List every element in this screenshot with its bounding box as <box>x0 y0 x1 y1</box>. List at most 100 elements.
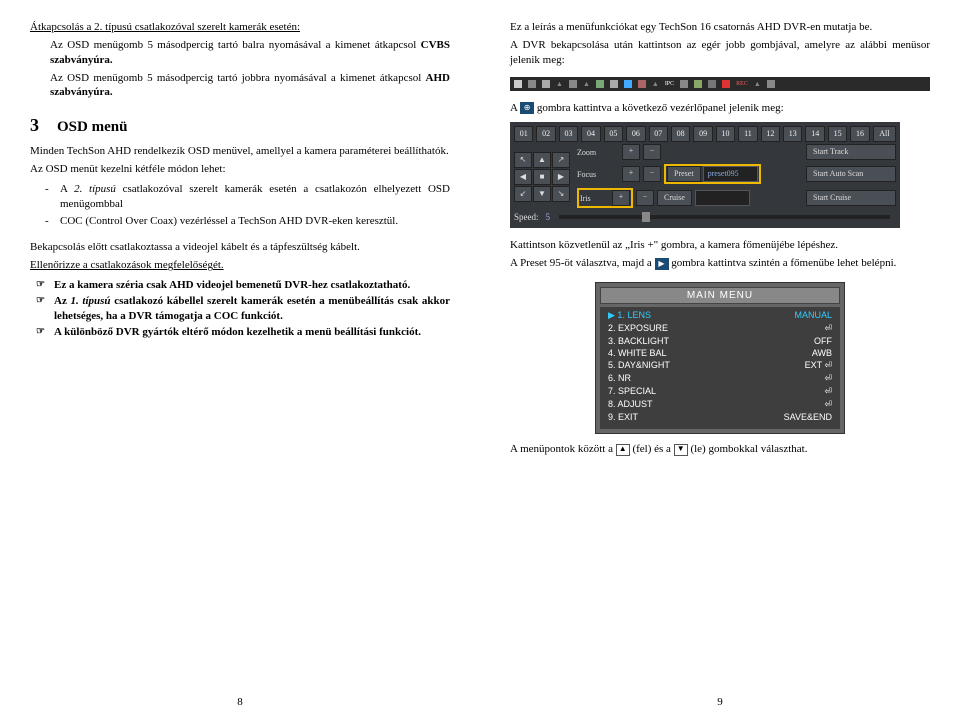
iris-label: Iris <box>580 194 610 203</box>
p-ptz-open: A ⊕ gombra kattintva a következő vezérlő… <box>510 101 930 116</box>
dpad-ne[interactable]: ↗ <box>552 152 570 168</box>
toolbar-icon[interactable] <box>767 80 775 88</box>
focus-plus[interactable]: + <box>622 166 640 182</box>
ptz-panel: 01 02 03 04 05 06 07 08 09 10 11 12 13 1… <box>510 122 900 228</box>
ch-btn[interactable]: 03 <box>559 126 578 142</box>
p-connect: Bekapcsolás előtt csatlakoztassa a video… <box>30 240 450 255</box>
p-cvbs: Az OSD menügomb 5 másodpercig tartó balr… <box>30 38 450 68</box>
ipc-label[interactable]: IPC <box>665 81 674 87</box>
ch-btn[interactable]: 12 <box>761 126 780 142</box>
toolbar-icon[interactable] <box>610 80 618 88</box>
p-osd-intro: Minden TechSon AHD rendelkezik OSD menüv… <box>30 144 450 159</box>
toolbar-icon[interactable] <box>596 80 604 88</box>
menu-item[interactable]: 7. SPECIAL⏎ <box>608 385 832 398</box>
page-number: 9 <box>510 688 930 708</box>
p-desc: Ez a leírás a menüfunkciókat egy TechSon… <box>510 20 930 35</box>
down-icon <box>674 444 688 456</box>
dpad-n[interactable]: ▲ <box>533 152 551 168</box>
speed-label: Speed: <box>514 212 539 222</box>
note-item: A különböző DVR gyártók eltérő módon kez… <box>54 325 450 339</box>
ch-btn[interactable]: 11 <box>738 126 757 142</box>
start-track-btn[interactable]: Start Track <box>806 144 896 160</box>
ch-btn[interactable]: 16 <box>850 126 869 142</box>
ptz-icon[interactable] <box>624 80 632 88</box>
ch-btn[interactable]: 02 <box>536 126 555 142</box>
cruise-input[interactable] <box>695 190 750 206</box>
ch-btn[interactable]: 13 <box>783 126 802 142</box>
notes-list: Ez a kamera széria csak AHD videojel bem… <box>30 278 450 341</box>
ch-btn[interactable]: 10 <box>716 126 735 142</box>
dpad-e[interactable]: ▶ <box>552 169 570 185</box>
note-item: Az 1. típusú csatlakozó kábellel szerelt… <box>54 294 450 323</box>
ch-btn[interactable]: 09 <box>693 126 712 142</box>
ch-btn[interactable]: 07 <box>649 126 668 142</box>
dpad-nw[interactable]: ↖ <box>514 152 532 168</box>
ch-all-btn[interactable]: All <box>873 126 896 142</box>
main-menu: MAIN MENU ▶ 1. LENS MANUAL 2. EXPOSURE⏎ … <box>595 282 845 434</box>
focus-minus[interactable]: − <box>643 166 661 182</box>
menu-item[interactable]: 6. NR⏎ <box>608 372 832 385</box>
osd-list-item: A 2. típusú csatlakozóval szerelt kamerá… <box>60 182 450 212</box>
ch-btn[interactable]: 06 <box>626 126 645 142</box>
cruise-btn[interactable]: Cruise <box>657 190 692 206</box>
dpad-sw[interactable]: ↙ <box>514 186 532 202</box>
menu-item[interactable]: 9. EXITSAVE&END <box>608 411 832 423</box>
ptz-inline-icon: ⊕ <box>520 102 534 114</box>
iris-plus[interactable]: + <box>612 190 630 206</box>
osd-list: A 2. típusú csatlakozóval szerelt kamerá… <box>30 182 450 231</box>
dpad-w[interactable]: ◀ <box>514 169 532 185</box>
menu-item[interactable]: 2. EXPOSURE⏎ <box>608 322 832 335</box>
p-ahd: Az OSD menügomb 5 másodpercig tartó jobb… <box>30 71 450 101</box>
toolbar-icon[interactable] <box>514 80 522 88</box>
zoom-minus[interactable]: − <box>643 144 661 160</box>
p-nav: A menüpontok között a (fel) és a (le) go… <box>510 442 930 457</box>
section-heading: 3 OSD menü <box>30 115 450 136</box>
ch-btn[interactable]: 05 <box>604 126 623 142</box>
preset-btn[interactable]: Preset <box>667 166 701 182</box>
p-irisplus: Kattintson közvetlenül az „Iris +" gombr… <box>510 238 930 253</box>
toolbar-icon[interactable] <box>528 80 536 88</box>
start-auto-btn[interactable]: Start Auto Scan <box>806 166 896 182</box>
menu-item[interactable]: 5. DAY&NIGHTEXT ⏎ <box>608 359 832 372</box>
dpad-s[interactable]: ▼ <box>533 186 551 202</box>
page-right: Ez a leírás a menüfunkciókat egy TechSon… <box>480 0 960 718</box>
zoom-plus[interactable]: + <box>622 144 640 160</box>
speed-value: 5 <box>542 212 551 222</box>
preset-input[interactable]: preset095 <box>703 166 758 182</box>
iris-minus[interactable]: − <box>636 190 654 206</box>
ch-btn[interactable]: 01 <box>514 126 533 142</box>
page-left: Átkapcsolás a 2. típusú csatlakozóval sz… <box>0 0 480 718</box>
menu-item[interactable]: 3. BACKLIGHTOFF <box>608 335 832 347</box>
p-switch-title: Átkapcsolás a 2. típusú csatlakozóval sz… <box>30 20 450 35</box>
ptz-channels: 01 02 03 04 05 06 07 08 09 10 11 12 13 1… <box>514 126 896 142</box>
toolbar-icon[interactable] <box>638 80 646 88</box>
menu-item[interactable]: 4. WHITE BALAWB <box>608 347 832 359</box>
p-preset95: A Preset 95-öt választva, majd a ▶ gombr… <box>510 256 930 271</box>
menu-item[interactable]: 8. ADJUST⏎ <box>608 398 832 411</box>
ch-btn[interactable]: 14 <box>805 126 824 142</box>
start-cruise-btn[interactable]: Start Cruise <box>806 190 896 206</box>
toolbar-icon[interactable] <box>542 80 550 88</box>
note-item: Ez a kamera széria csak AHD videojel bem… <box>54 278 450 292</box>
page-number: 8 <box>30 688 450 708</box>
ch-btn[interactable]: 08 <box>671 126 690 142</box>
focus-label: Focus <box>577 170 619 179</box>
go-inline-icon: ▶ <box>655 258 669 270</box>
toolbar-icon[interactable] <box>722 80 730 88</box>
p-check: Ellenőrizze a csatlakozások megfelelőség… <box>30 258 450 273</box>
speed-slider[interactable] <box>559 215 890 219</box>
dpad-stop[interactable]: ■ <box>533 169 551 185</box>
up-icon <box>616 444 630 456</box>
menu-item[interactable]: ▶ 1. LENS MANUAL <box>608 309 832 322</box>
toolbar-icon[interactable] <box>708 80 716 88</box>
ch-btn[interactable]: 04 <box>581 126 600 142</box>
toolbar-icon[interactable] <box>680 80 688 88</box>
osd-list-item: COC (Control Over Coax) vezérléssel a Te… <box>60 214 450 229</box>
ch-btn[interactable]: 15 <box>828 126 847 142</box>
toolbar-icon[interactable] <box>694 80 702 88</box>
toolbar-icon[interactable] <box>569 80 577 88</box>
rec-label[interactable]: REC <box>736 81 748 87</box>
dpad-se[interactable]: ↘ <box>552 186 570 202</box>
main-menu-title: MAIN MENU <box>600 287 840 304</box>
p-osd-ways: Az OSD menüt kezelni kétféle módon lehet… <box>30 162 450 177</box>
